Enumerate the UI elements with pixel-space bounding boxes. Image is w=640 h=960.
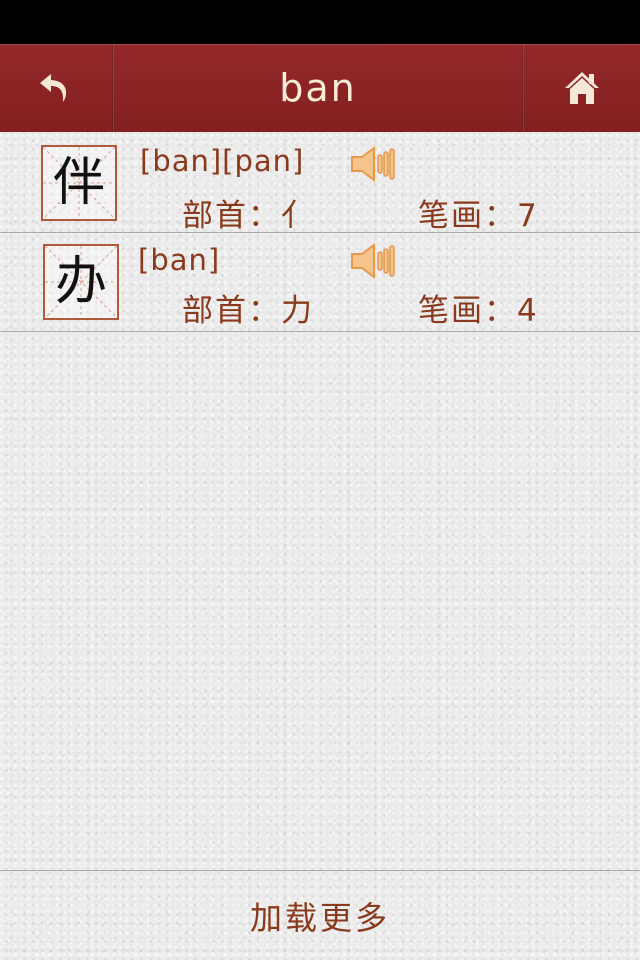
stroke-count-label: 笔画：4 [418,293,539,329]
list-item[interactable]: 办 [ban] 部首：力 笔画：4 [0,233,640,332]
load-more-button[interactable]: 加载更多 [0,871,640,960]
back-arrow-icon [40,74,67,102]
home-icon [565,72,599,104]
home-button[interactable] [524,44,640,132]
pinyin-label: [ban][pan] [140,144,305,178]
character-tile: 办 [43,244,119,320]
character-tile: 伴 [41,145,117,221]
status-bar [0,0,640,44]
pinyin-label: [ban] [138,243,221,277]
character-glyph: 办 [54,252,107,312]
speaker-icon[interactable] [350,243,396,279]
navigation-bar: ban [0,44,640,132]
list-item[interactable]: 伴 [ban][pan] 部首：亻 笔画：7 [0,134,640,234]
radical-label: 部首：亻 [182,198,314,234]
back-button[interactable] [0,44,112,132]
page-title: ban [279,66,357,110]
speaker-icon[interactable] [350,146,396,182]
character-glyph: 伴 [52,153,105,213]
stroke-count-label: 笔画：7 [418,198,539,234]
radical-label: 部首：力 [182,293,314,329]
